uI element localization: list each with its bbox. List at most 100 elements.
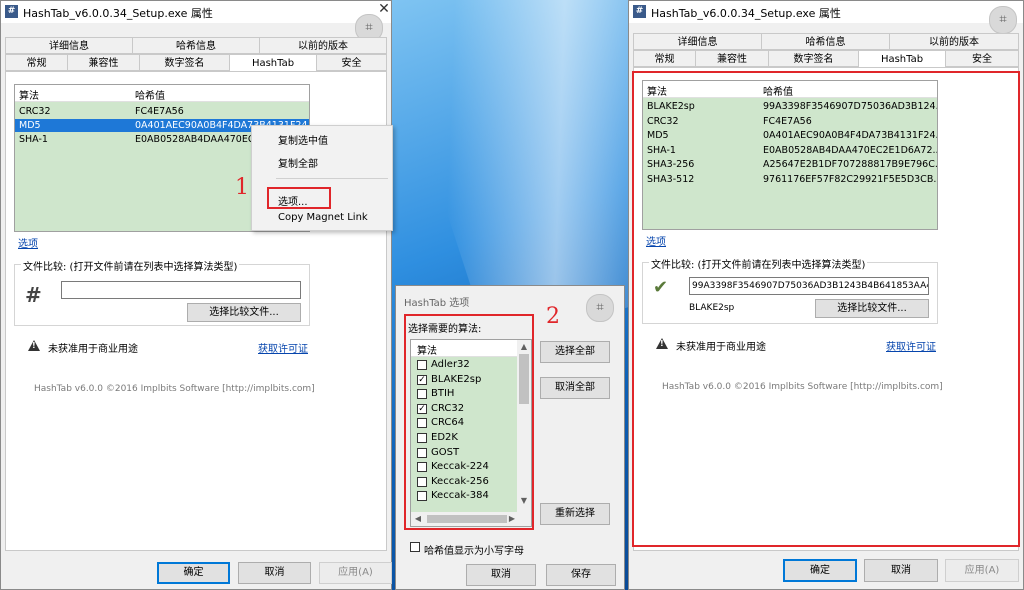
menu-copy-selected[interactable]: 复制选中值 (278, 132, 328, 147)
tab-hash-info[interactable]: 哈希信息 (132, 37, 260, 54)
scroll-arrow-icon[interactable]: ◀ (413, 514, 423, 523)
screenshot-badge-icon: ⌗ (989, 6, 1017, 34)
algorithm-label: Keccak-256 (431, 475, 489, 487)
scroll-arrow-icon[interactable]: ▲ (517, 342, 531, 351)
left-title-bar: # HashTab_v6.0.0.34_Setup.exe 属性 (1, 1, 391, 23)
algorithm-label: CRC32 (431, 402, 465, 414)
tab-details[interactable]: 详细信息 (5, 37, 133, 54)
scroll-thumb[interactable] (427, 515, 507, 523)
col-algorithm[interactable]: 算法 (19, 87, 39, 102)
vertical-scrollbar[interactable]: ▲ ▼ (517, 340, 531, 512)
table-row[interactable]: CRC32 FC4E7A56 (15, 105, 309, 118)
close-icon[interactable]: ✕ (377, 2, 391, 16)
footer-text: HashTab v6.0.0 ©2016 Implbits Software [… (34, 384, 315, 394)
algorithm-label: CRC64 (431, 417, 465, 429)
tab-general[interactable]: 常规 (5, 54, 68, 71)
list-header: 算法 哈希值 (15, 85, 309, 102)
select-all-button[interactable]: 选择全部 (540, 341, 610, 363)
annotation-2: 2 (546, 304, 560, 329)
options-dialog: HashTab 选项 ⌗ 选择需要的算法: 2 算法 Adler32 ✓ BLAKE… (395, 285, 625, 590)
annotation-1: 1 (235, 175, 249, 200)
algorithm-label: GOST (431, 446, 460, 458)
algorithm-label: Keccak-224 (431, 461, 489, 473)
apply-button[interactable]: 应用(A) (319, 562, 392, 584)
scroll-arrow-icon[interactable]: ▶ (507, 514, 517, 523)
left-tabs-row2: 常规 兼容性 数字签名 HashTab 安全 (5, 54, 387, 73)
right-tabs-row1: 详细信息 哈希信息 以前的版本 (633, 33, 1019, 50)
tab-digital-signature[interactable]: 数字签名 (139, 54, 230, 71)
algorithm-label: BTIH (431, 388, 455, 400)
choose-compare-file-button[interactable]: 选择比较文件... (187, 303, 301, 322)
right-tabs-row2: 常规 兼容性 数字签名 HashTab 安全 (633, 50, 1019, 69)
options-dialog-title: HashTab 选项 (404, 298, 470, 309)
algorithm-list[interactable]: 算法 Adler32 ✓ BLAKE2sp BTIH ✓ CRC32 CRC64 ED2K GO… (410, 339, 532, 527)
menu-separator (276, 178, 388, 179)
row-hash: E0AB0528AB4DAA470EC2... (135, 134, 270, 145)
col-hash[interactable]: 哈希值 (135, 87, 165, 102)
file-compare-group: 文件比较: (打开文件前请在列表中选择算法类型) # 选择比较文件... (14, 258, 310, 326)
algorithm-checkbox[interactable] (417, 433, 427, 443)
row-algo: CRC32 (19, 106, 51, 117)
horizontal-scrollbar[interactable]: ◀ ▶ (411, 512, 531, 526)
file-compare-label: 文件比较: (打开文件前请在列表中选择算法类型) (21, 258, 240, 273)
tab-hash-info[interactable]: 哈希信息 (761, 33, 890, 50)
reselect-button[interactable]: 重新选择 (540, 503, 610, 525)
tab-details[interactable]: 详细信息 (633, 33, 762, 50)
right-title-bar: # HashTab_v6.0.0.34_Setup.exe 属性 (629, 1, 1023, 23)
options-cancel-button[interactable]: 取消 (466, 564, 536, 586)
right-properties-window: # HashTab_v6.0.0.34_Setup.exe 属性 ⌗ 详细信息 … (628, 0, 1024, 590)
options-save-button[interactable]: 保存 (546, 564, 616, 586)
compare-hash-input[interactable] (61, 281, 301, 299)
tab-security[interactable]: 安全 (945, 50, 1019, 67)
algorithm-checkbox[interactable] (417, 447, 427, 458)
deselect-all-button[interactable]: 取消全部 (540, 377, 610, 399)
options-highlight-box (267, 187, 331, 209)
left-tabs-row1: 详细信息 哈希信息 以前的版本 (5, 37, 387, 54)
cancel-button[interactable]: 取消 (238, 562, 311, 584)
algorithm-checkbox[interactable] (417, 389, 427, 400)
tab-digital-signature[interactable]: 数字签名 (768, 50, 859, 67)
scroll-thumb[interactable] (519, 354, 529, 404)
apply-button[interactable]: 应用(A) (945, 559, 1019, 582)
algorithm-checkbox[interactable]: ✓ (417, 374, 427, 385)
app-icon: # (5, 5, 18, 18)
left-properties-window: # HashTab_v6.0.0.34_Setup.exe 属性 ✕ ⌗ 详细信… (0, 0, 393, 590)
tab-previous-versions[interactable]: 以前的版本 (889, 33, 1019, 50)
algorithm-checkbox[interactable] (417, 476, 427, 487)
left-window-title: HashTab_v6.0.0.34_Setup.exe 属性 (23, 7, 213, 20)
cancel-button[interactable]: 取消 (864, 559, 938, 582)
warning-icon (28, 340, 40, 351)
screenshot-badge-icon: ⌗ (586, 294, 614, 322)
get-license-link[interactable]: 获取许可证 (258, 340, 308, 355)
menu-copy-magnet-link[interactable]: Copy Magnet Link (278, 212, 368, 223)
tab-general[interactable]: 常规 (633, 50, 696, 67)
right-window-title: HashTab_v6.0.0.34_Setup.exe 属性 (651, 7, 841, 20)
algorithm-label: Adler32 (431, 359, 470, 370)
ok-button[interactable]: 确定 (157, 562, 230, 584)
algorithm-checkbox[interactable] (417, 491, 427, 502)
algorithm-label: BLAKE2sp (431, 373, 482, 385)
scroll-arrow-icon[interactable]: ▼ (517, 496, 531, 505)
hashtab-panel-highlight-box (632, 71, 1020, 547)
algorithm-label: ED2K (431, 432, 458, 443)
lowercase-label: 哈希值显示为小写字母 (424, 546, 524, 557)
col-algorithm: 算法 (417, 346, 437, 357)
commercial-warning-text: 未获准用于商业用途 (48, 344, 138, 355)
hash-icon: # (25, 283, 42, 307)
app-icon: # (633, 5, 646, 18)
tab-compatibility[interactable]: 兼容性 (695, 50, 769, 67)
ok-button[interactable]: 确定 (783, 559, 857, 582)
row-hash: FC4E7A56 (135, 106, 184, 117)
algorithm-checkbox[interactable] (417, 418, 427, 429)
algorithm-checkbox[interactable] (417, 360, 427, 370)
algorithm-checkbox[interactable]: ✓ (417, 403, 427, 414)
menu-copy-all[interactable]: 复制全部 (278, 155, 318, 170)
tab-compatibility[interactable]: 兼容性 (67, 54, 140, 71)
context-menu: 复制选中值 复制全部 选项... Copy Magnet Link (251, 125, 393, 231)
options-link[interactable]: 选项 (18, 235, 38, 250)
algorithm-checkbox[interactable] (417, 462, 427, 473)
tab-security[interactable]: 安全 (316, 54, 387, 71)
tab-previous-versions[interactable]: 以前的版本 (259, 37, 387, 54)
lowercase-checkbox[interactable] (410, 542, 420, 552)
row-algo: MD5 (19, 120, 41, 131)
